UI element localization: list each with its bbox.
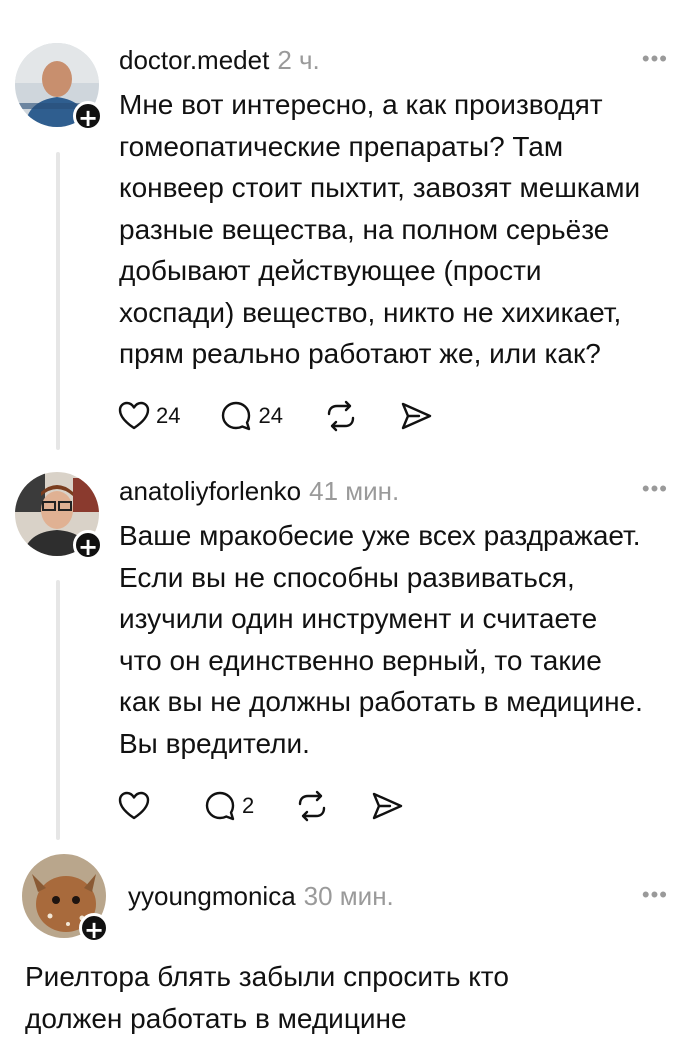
repost-icon — [299, 790, 326, 822]
share-send-icon — [401, 402, 432, 430]
username-text[interactable]: doctor.medet — [119, 45, 269, 75]
heart-icon — [118, 791, 150, 820]
like-count: 24 — [156, 403, 181, 428]
comment-3: + yyoungmonica 30 мин. ••• Риелтора блять… — [0, 850, 700, 1048]
like-button[interactable]: 24 — [118, 401, 180, 431]
thread-line — [56, 580, 60, 840]
comment-text: Ваше мракобесие уже всех раздражает. Есл… — [119, 520, 643, 759]
like-button[interactable] — [118, 791, 156, 821]
share-button[interactable] — [399, 401, 433, 431]
actions-bar: 2 — [118, 790, 444, 822]
reply-count: 2 — [242, 793, 255, 818]
follow-plus-icon[interactable]: + — [73, 530, 103, 561]
comment-text: Риелтора блять забыли спросить кто долже… — [25, 961, 509, 1034]
timestamp: 2 ч. — [277, 45, 320, 75]
heart-icon — [118, 401, 150, 430]
more-dots-icon[interactable]: ••• — [642, 476, 668, 502]
username[interactable]: anatoliyforlenko 41 мин. — [119, 476, 399, 507]
repost-button[interactable] — [294, 790, 330, 822]
more-dots-icon[interactable]: ••• — [642, 882, 668, 908]
reply-count: 24 — [258, 403, 283, 428]
comment-1: + doctor.medet 2 ч. ••• Мне вот интересно… — [0, 0, 700, 460]
username[interactable]: doctor.medet 2 ч. — [119, 45, 320, 76]
share-button[interactable] — [370, 791, 404, 821]
more-dots-icon[interactable]: ••• — [642, 46, 668, 72]
repost-icon — [327, 400, 355, 432]
timestamp: 41 мин. — [309, 476, 400, 506]
share-send-icon — [373, 792, 403, 820]
reply-button[interactable]: 2 — [204, 790, 254, 822]
comment-bubble-icon — [222, 401, 251, 431]
username-text[interactable]: yyoungmonica — [128, 881, 296, 911]
username-text[interactable]: anatoliyforlenko — [119, 476, 301, 506]
reply-button[interactable]: 24 — [220, 400, 283, 432]
comment-text: Мне вот интересно, а как производят гоме… — [119, 89, 641, 369]
actions-bar: 24 24 — [118, 400, 473, 432]
comment-2: + anatoliyforlenko 41 мин. ••• Ваше мрако… — [0, 460, 700, 850]
comment-bubble-icon — [205, 791, 235, 821]
timestamp: 30 мин. — [303, 881, 394, 911]
follow-plus-icon[interactable]: + — [73, 101, 103, 132]
follow-plus-icon[interactable]: + — [79, 913, 109, 944]
username[interactable]: yyoungmonica 30 мин. — [128, 881, 394, 912]
thread-line — [56, 152, 60, 450]
repost-button[interactable] — [323, 400, 359, 432]
